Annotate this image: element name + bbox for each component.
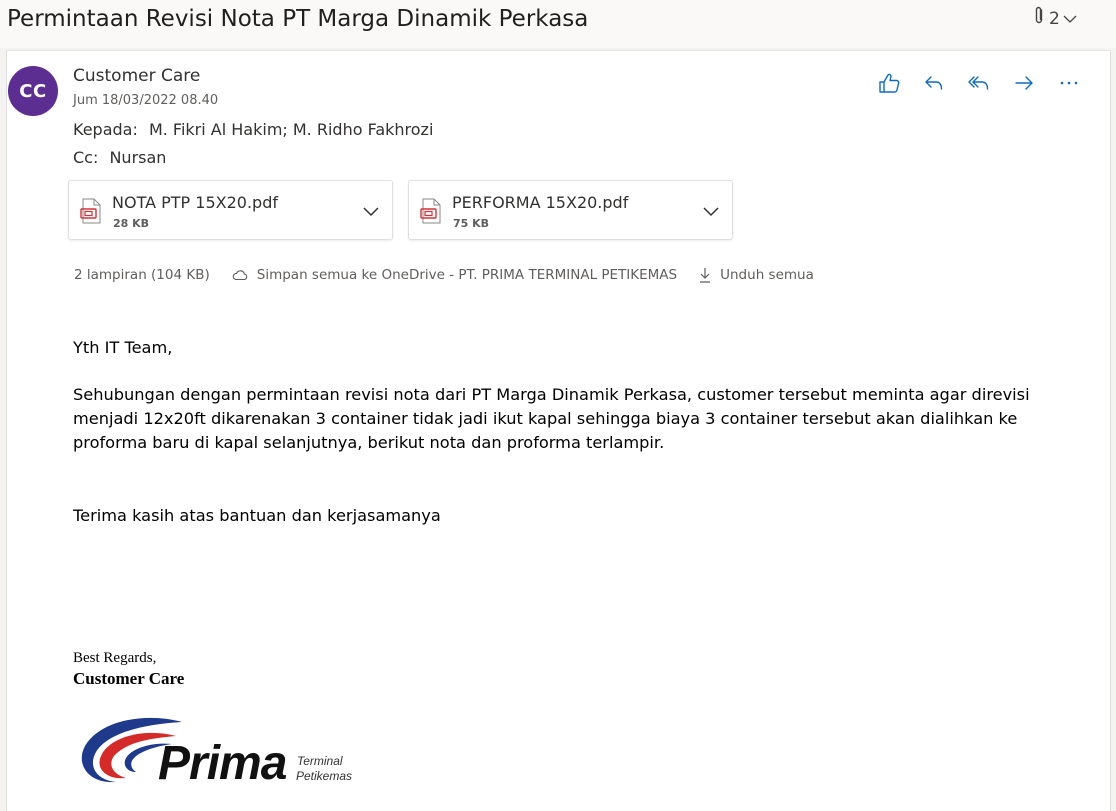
- cc-recipients[interactable]: Nursan: [109, 148, 166, 167]
- message-actions: [874, 70, 1084, 96]
- chevron-down-icon[interactable]: [362, 202, 380, 221]
- sender-name[interactable]: Customer Care: [73, 66, 200, 86]
- attachment-summary: 2 lampiran (104 KB): [74, 267, 210, 283]
- reply-all-icon: [968, 76, 989, 90]
- reply-button[interactable]: [919, 70, 949, 96]
- reply-all-button[interactable]: [964, 70, 994, 96]
- chevron-down-icon: [1063, 9, 1077, 29]
- attachment-name: NOTA PTP 15X20.pdf: [112, 193, 278, 212]
- paperclip-icon: [1033, 6, 1045, 31]
- attachment-count-button[interactable]: 2: [1033, 6, 1077, 31]
- signature-regards: Best Regards,: [73, 650, 157, 666]
- reply-icon: [925, 76, 943, 90]
- more-actions-button[interactable]: [1054, 70, 1084, 96]
- download-all-label: Unduh semua: [720, 267, 814, 283]
- sent-date: Jum 18/03/2022 08.40: [73, 93, 219, 108]
- attachment-card[interactable]: NOTA PTP 15X20.pdf 28 KB: [68, 180, 393, 240]
- company-logo: Prima Terminal Petikemas: [76, 714, 366, 790]
- to-line: Kepada: M. Fikri Al Hakim; M. Ridho Fakh…: [73, 120, 433, 139]
- save-to-onedrive-link[interactable]: Simpan semua ke OneDrive - PT. PRIMA TER…: [232, 267, 677, 283]
- to-recipients[interactable]: M. Fikri Al Hakim; M. Ridho Fakhrozi: [149, 120, 433, 139]
- signature-name: Customer Care: [73, 669, 185, 688]
- email-paragraph: Sehubungan dengan permintaan revisi nota…: [73, 385, 1030, 452]
- forward-icon: [1015, 76, 1033, 90]
- attachment-count: 2: [1049, 8, 1060, 29]
- email-subject: Permintaan Revisi Nota PT Marga Dinamik …: [7, 6, 589, 32]
- attachment-size: 75 KB: [453, 217, 490, 230]
- subject-bar: Permintaan Revisi Nota PT Marga Dinamik …: [0, 0, 1116, 48]
- email-thanks: Terima kasih atas bantuan dan kerjasaman…: [73, 506, 441, 525]
- save-to-onedrive-label: Simpan semua ke OneDrive - PT. PRIMA TER…: [256, 267, 678, 283]
- download-icon: [699, 267, 711, 283]
- pdf-file-icon: [420, 198, 442, 228]
- like-button[interactable]: [874, 70, 904, 96]
- pdf-file-icon: [80, 198, 102, 228]
- more-icon: [1060, 81, 1078, 85]
- to-label: Kepada:: [73, 120, 138, 139]
- chevron-down-icon[interactable]: [702, 202, 720, 221]
- cc-label: Cc:: [73, 148, 99, 167]
- forward-button[interactable]: [1009, 70, 1039, 96]
- attachment-bar: 2 lampiran (104 KB) Simpan semua ke OneD…: [74, 267, 814, 283]
- attachment-name: PERFORMA 15X20.pdf: [452, 193, 629, 212]
- cc-line: Cc: Nursan: [73, 148, 166, 167]
- attachment-card[interactable]: PERFORMA 15X20.pdf 75 KB: [408, 180, 733, 240]
- avatar[interactable]: CC: [8, 66, 58, 116]
- download-all-link[interactable]: Unduh semua: [699, 267, 814, 283]
- email-greeting: Yth IT Team,: [73, 338, 173, 357]
- attachment-size: 28 KB: [113, 217, 150, 230]
- cloud-icon: [232, 269, 248, 281]
- like-icon: [879, 73, 900, 93]
